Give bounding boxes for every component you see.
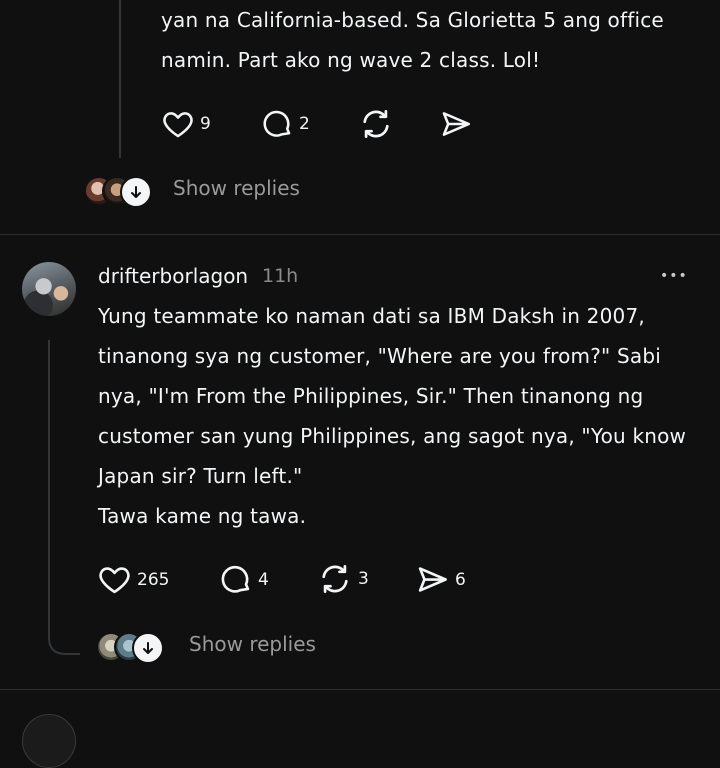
like-count: 9 [200,114,211,134]
post1-line-2: namin. Part ako ng wave 2 class. Lol! [161,48,541,72]
post2-line-4: customer san yung Philippines, ang sagot… [98,424,687,448]
post2-line-1: Yung teammate ko naman dati sa IBM Daksh… [98,304,645,328]
repost-button[interactable]: 3 [317,561,369,597]
post-divider [0,234,720,235]
post-time: 11h [262,265,299,287]
post2-line-3: nya, "I'm From the Philippines, Sir." Th… [98,384,644,408]
expand-replies-badge [120,176,152,208]
arrow-down-icon [143,642,153,654]
like-count: 265 [137,569,170,590]
expand-replies-badge [132,632,164,664]
share-button[interactable]: 6 [415,562,466,597]
reply-avatars[interactable] [96,632,170,664]
thread-line-post1 [119,0,121,158]
show-replies-link[interactable]: Show replies [173,176,300,200]
share-icon [418,567,447,592]
thread-line-post2 [48,340,80,655]
heart-icon [163,112,193,138]
avatar[interactable] [22,262,76,316]
post2-line-6: Tawa kame ng tawa. [98,504,307,528]
post1-line-1: yan na California-based. Sa Glorietta 5 … [161,8,664,32]
like-button[interactable]: 265 [97,562,169,597]
post-divider [0,689,720,690]
share-count: 6 [455,569,466,590]
post2-line-5: Japan sir? Turn left." [98,464,303,488]
comment-button[interactable]: 4 [218,562,269,597]
reply-avatars[interactable] [84,176,158,208]
avatar[interactable] [22,714,76,768]
comment-button[interactable]: 2 [260,107,310,141]
repost-button[interactable] [358,106,394,142]
like-button[interactable]: 9 [161,107,211,141]
arrow-down-icon [131,186,141,198]
repost-icon [363,110,389,138]
comment-icon [221,565,250,593]
comment-count: 2 [299,114,310,134]
post2-line-2: tinanong sya ng customer, "Where are you… [98,344,661,368]
comment-count: 4 [258,569,269,590]
more-options-button[interactable]: ••• [660,262,688,290]
share-icon [442,112,471,136]
repost-count: 3 [358,569,369,589]
comment-icon [263,110,291,137]
username[interactable]: drifterborlagon [98,262,248,290]
heart-icon [99,567,130,594]
show-replies-link[interactable]: Show replies [189,632,316,656]
repost-icon [322,565,348,593]
share-button[interactable] [439,107,473,141]
